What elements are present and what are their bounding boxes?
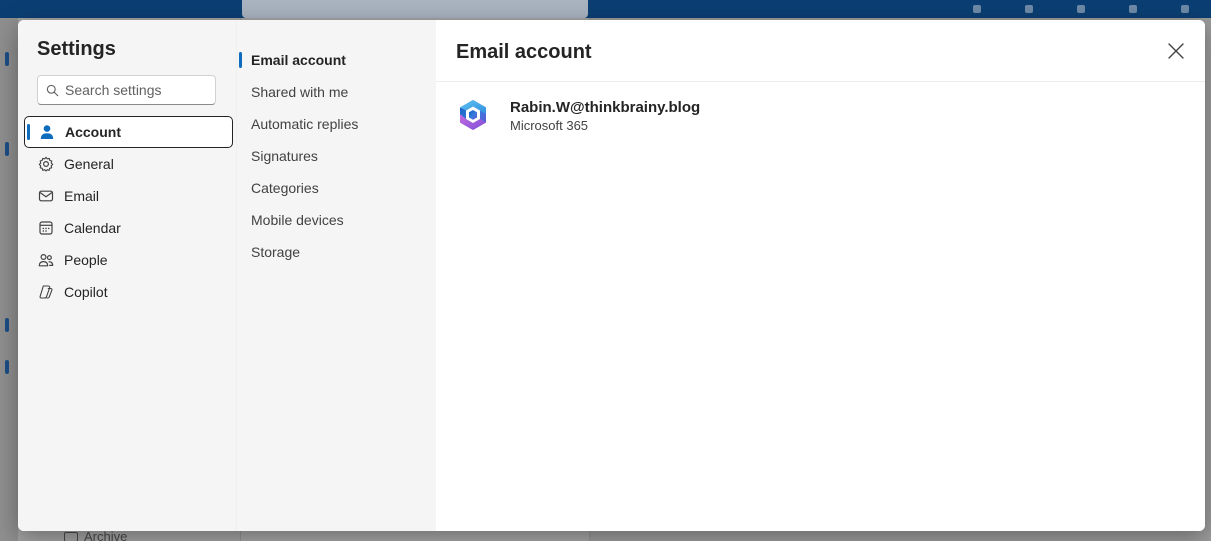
top-icon xyxy=(1181,5,1189,13)
subnav-item-automatic-replies[interactable]: Automatic replies xyxy=(237,108,437,140)
envelope-icon xyxy=(38,188,54,204)
subnav-item-signatures[interactable]: Signatures xyxy=(237,140,437,172)
settings-nav-list: Account General Email Calendar People Co… xyxy=(24,116,233,308)
settings-dialog: Settings Account xyxy=(18,20,1205,531)
nav-item-label: Copilot xyxy=(64,284,108,300)
rail-marker xyxy=(5,360,9,374)
search-settings-input[interactable] xyxy=(65,82,215,98)
top-icon xyxy=(973,5,981,13)
people-icon xyxy=(38,252,54,268)
microsoft-365-icon xyxy=(460,100,486,130)
main-header: Email account xyxy=(436,20,1205,82)
nav-item-label: Email xyxy=(64,188,100,204)
subnav-item-categories[interactable]: Categories xyxy=(237,172,437,204)
account-details: Rabin.W@thinkbrainy.blog Microsoft 365 xyxy=(510,99,700,134)
page-title: Email account xyxy=(456,41,592,63)
rail-marker xyxy=(5,52,9,66)
gear-icon xyxy=(38,156,54,172)
nav-item-copilot[interactable]: Copilot xyxy=(24,276,233,308)
nav-item-label: Calendar xyxy=(64,220,121,236)
app-left-rail xyxy=(0,18,18,541)
nav-item-account[interactable]: Account xyxy=(24,116,233,148)
copilot-icon xyxy=(38,284,54,300)
account-entry: Rabin.W@thinkbrainy.blog Microsoft 365 xyxy=(456,98,700,134)
subnav-item-mobile-devices[interactable]: Mobile devices xyxy=(237,204,437,236)
close-icon xyxy=(1168,43,1184,59)
top-icon xyxy=(1129,5,1137,13)
app-search-bar xyxy=(242,0,588,18)
nav-item-general[interactable]: General xyxy=(24,148,233,180)
subnav-item-storage[interactable]: Storage xyxy=(237,236,437,268)
subnav-item-email-account[interactable]: Email account xyxy=(237,44,437,76)
rail-marker xyxy=(5,318,9,332)
nav-item-email[interactable]: Email xyxy=(24,180,233,212)
search-settings-box[interactable] xyxy=(37,75,216,105)
person-icon xyxy=(39,124,55,140)
close-button[interactable] xyxy=(1163,38,1189,64)
settings-title: Settings xyxy=(37,38,116,60)
archive-icon xyxy=(64,531,78,541)
nav-item-label: People xyxy=(64,252,108,268)
nav-item-label: General xyxy=(64,156,114,172)
app-top-icons xyxy=(951,0,1211,18)
calendar-icon xyxy=(38,220,54,236)
settings-nav: Settings Account xyxy=(18,20,236,531)
rail-marker xyxy=(5,142,9,156)
top-icon xyxy=(1025,5,1033,13)
account-email: Rabin.W@thinkbrainy.blog xyxy=(510,99,701,116)
nav-item-calendar[interactable]: Calendar xyxy=(24,212,233,244)
subnav-list: Email account Shared with me Automatic r… xyxy=(237,44,437,268)
settings-subnav: Email account Shared with me Automatic r… xyxy=(236,20,436,531)
top-icon xyxy=(1077,5,1085,13)
account-plan: Microsoft 365 xyxy=(510,118,589,133)
nav-item-label: Account xyxy=(65,124,121,140)
settings-main: Email account Rabin.W@thinkbrainy.blog M… xyxy=(436,20,1205,531)
search-icon xyxy=(46,84,59,96)
subnav-item-shared-with-me[interactable]: Shared with me xyxy=(237,76,437,108)
nav-item-people[interactable]: People xyxy=(24,244,233,276)
